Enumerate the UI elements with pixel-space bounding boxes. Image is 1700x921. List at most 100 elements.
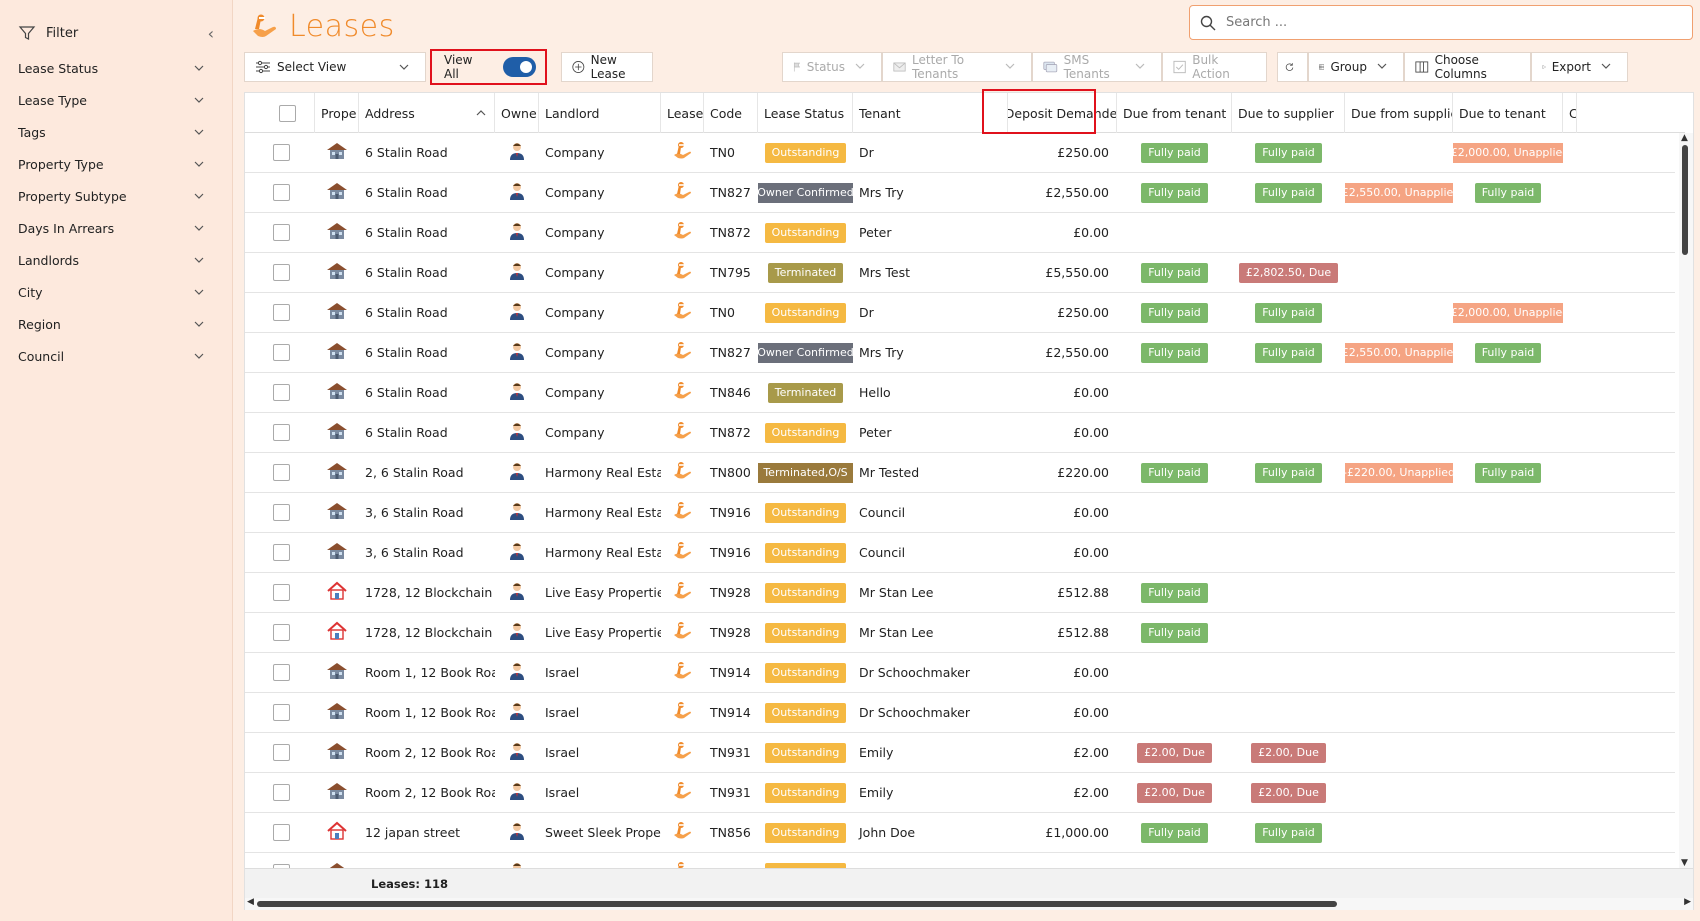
row-checkbox[interactable] — [273, 744, 290, 761]
lease-icon[interactable] — [671, 340, 695, 365]
tenant-cell[interactable]: Peter — [853, 213, 1008, 253]
tenant-cell[interactable]: Mr Tested — [853, 453, 1008, 493]
group-button[interactable]: Group — [1308, 52, 1404, 82]
row-checkbox[interactable] — [273, 824, 290, 841]
column-header-due-to-tenant[interactable]: Due to tenant — [1453, 93, 1563, 133]
table-row[interactable]: Outstanding — [245, 853, 1675, 868]
row-checkbox[interactable] — [273, 344, 290, 361]
lease-icon[interactable] — [671, 580, 695, 605]
landlord-cell[interactable]: Company — [539, 213, 661, 253]
owner-avatar-icon[interactable] — [507, 421, 527, 444]
landlord-cell[interactable]: Company — [539, 293, 661, 333]
lease-icon[interactable] — [671, 260, 695, 285]
landlord-cell[interactable]: Live Easy Properties — [539, 613, 661, 653]
row-checkbox[interactable] — [273, 464, 290, 481]
tenant-cell[interactable]: Peter — [853, 413, 1008, 453]
sms-tenants-button[interactable]: SMS Tenants — [1032, 52, 1162, 82]
horizontal-scroll-thumb[interactable] — [257, 901, 1337, 907]
lease-icon[interactable] — [671, 380, 695, 405]
address-cell[interactable]: 2, 6 Stalin Road — [359, 453, 495, 493]
scroll-up-icon[interactable]: ▲ — [1681, 133, 1688, 143]
lease-icon[interactable] — [671, 300, 695, 325]
sidebar-filter-council[interactable]: Council — [0, 340, 232, 372]
table-row[interactable]: 6 Stalin Road Company TN827 Owner Confirmed… — [245, 173, 1675, 213]
table-row[interactable]: Room 2, 12 Book Road Israel TN931 Outstandi… — [245, 773, 1675, 813]
sidebar-filter-tags[interactable]: Tags — [0, 116, 232, 148]
column-header-cu[interactable]: Cu — [1563, 93, 1577, 133]
owner-avatar-icon[interactable] — [507, 461, 527, 484]
lease-icon[interactable] — [671, 180, 695, 205]
sidebar-filter-property-type[interactable]: Property Type — [0, 148, 232, 180]
collapse-sidebar-icon[interactable]: ‹ — [208, 24, 214, 43]
row-checkbox[interactable] — [273, 624, 290, 641]
sidebar-filter-property-subtype[interactable]: Property Subtype — [0, 180, 232, 212]
landlord-cell[interactable]: Israel — [539, 733, 661, 773]
address-cell[interactable]: 1728, 12 Blockchain Ave — [359, 573, 495, 613]
row-checkbox[interactable] — [273, 544, 290, 561]
sort-ascending-icon[interactable] — [476, 108, 486, 118]
address-cell[interactable]: 6 Stalin Road — [359, 253, 495, 293]
tenant-cell[interactable]: Mrs Try — [853, 173, 1008, 213]
table-row[interactable]: 1728, 12 Blockchain Ave Live Easy Propert… — [245, 613, 1675, 653]
table-row[interactable]: 6 Stalin Road Company TN846 Terminated Hello… — [245, 373, 1675, 413]
row-checkbox[interactable] — [273, 504, 290, 521]
tenant-cell[interactable]: Mrs Try — [853, 333, 1008, 373]
column-header-due-from-supplier[interactable]: Due from supplier — [1345, 93, 1453, 133]
table-row[interactable]: 6 Stalin Road Company TN827 Owner Confirmed… — [245, 333, 1675, 373]
address-cell[interactable]: 6 Stalin Road — [359, 133, 495, 173]
landlord-cell[interactable]: Company — [539, 253, 661, 293]
owner-avatar-icon[interactable] — [507, 861, 527, 868]
choose-columns-button[interactable]: Choose Columns — [1404, 52, 1531, 82]
address-cell[interactable]: 6 Stalin Road — [359, 213, 495, 253]
row-checkbox[interactable] — [273, 184, 290, 201]
status-button[interactable]: Status — [782, 52, 882, 82]
lease-icon[interactable] — [671, 860, 695, 868]
address-cell[interactable]: 3, 6 Stalin Road — [359, 533, 495, 573]
column-header-lease[interactable]: Lease — [661, 93, 704, 133]
horizontal-scrollbar[interactable]: ◀ ▶ — [245, 897, 1693, 910]
refresh-button[interactable] — [1277, 52, 1308, 82]
address-cell[interactable]: 12 japan street — [359, 813, 495, 853]
landlord-cell[interactable]: Company — [539, 373, 661, 413]
sidebar-filter-city[interactable]: City — [0, 276, 232, 308]
table-row[interactable]: Room 1, 12 Book Road Israel TN914 Outstandi… — [245, 653, 1675, 693]
address-cell[interactable]: 6 Stalin Road — [359, 173, 495, 213]
owner-avatar-icon[interactable] — [507, 301, 527, 324]
table-row[interactable]: 3, 6 Stalin Road Harmony Real Estate... TN… — [245, 533, 1675, 573]
row-checkbox[interactable] — [273, 424, 290, 441]
landlord-cell[interactable]: Sweet Sleek Properties — [539, 813, 661, 853]
owner-avatar-icon[interactable] — [507, 821, 527, 844]
address-cell[interactable]: 6 Stalin Road — [359, 293, 495, 333]
owner-avatar-icon[interactable] — [507, 381, 527, 404]
tenant-cell[interactable]: John Doe — [853, 813, 1008, 853]
sidebar-filter-landlords[interactable]: Landlords — [0, 244, 232, 276]
search-box[interactable] — [1189, 5, 1693, 40]
lease-icon[interactable] — [671, 660, 695, 685]
tenant-cell[interactable] — [853, 853, 1008, 869]
landlord-cell[interactable]: Israel — [539, 773, 661, 813]
tenant-cell[interactable]: Hello — [853, 373, 1008, 413]
owner-avatar-icon[interactable] — [507, 661, 527, 684]
sidebar-filter-days-in-arrears[interactable]: Days In Arrears — [0, 212, 232, 244]
landlord-cell[interactable]: Israel — [539, 693, 661, 733]
bulk-action-button[interactable]: Bulk Action — [1162, 52, 1267, 82]
tenant-cell[interactable]: Dr Schoochmaker — [853, 653, 1008, 693]
lease-icon[interactable] — [671, 620, 695, 645]
row-checkbox[interactable] — [273, 224, 290, 241]
row-checkbox[interactable] — [273, 664, 290, 681]
select-view-dropdown[interactable]: Select View — [244, 52, 426, 82]
column-header-due-to-supplier[interactable]: Due to supplier — [1232, 93, 1345, 133]
address-cell[interactable]: Room 2, 12 Book Road — [359, 773, 495, 813]
tenant-cell[interactable]: Mrs Test — [853, 253, 1008, 293]
column-header-code[interactable]: Code — [704, 93, 758, 133]
landlord-cell[interactable]: Harmony Real Estate... — [539, 493, 661, 533]
tenant-cell[interactable]: Emily — [853, 773, 1008, 813]
owner-avatar-icon[interactable] — [507, 181, 527, 204]
lease-icon[interactable] — [671, 780, 695, 805]
owner-avatar-icon[interactable] — [507, 701, 527, 724]
vertical-scroll-thumb[interactable] — [1682, 145, 1688, 255]
row-checkbox[interactable] — [273, 704, 290, 721]
lease-icon[interactable] — [671, 740, 695, 765]
landlord-cell[interactable]: Company — [539, 413, 661, 453]
row-checkbox[interactable] — [273, 784, 290, 801]
